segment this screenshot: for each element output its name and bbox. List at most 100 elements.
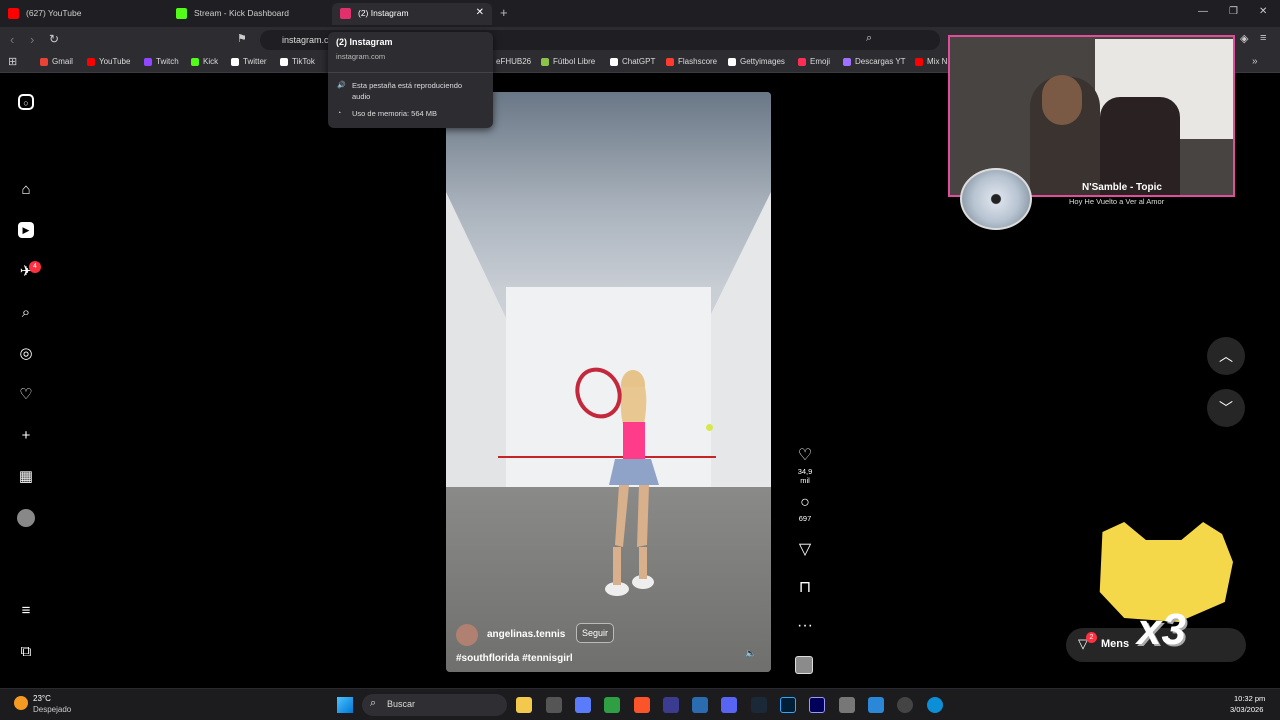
bookmark-label: TikTok [292,57,315,66]
file-explorer-icon[interactable] [516,697,532,713]
bookmark-descargas-yt[interactable]: Descargas YT [843,57,906,66]
bookmark-emoji[interactable]: Emoji [798,57,830,66]
tooltip-audio-status: Esta pestaña está reproduciendo audio [352,81,463,101]
search-placeholder: Buscar [387,699,416,709]
windows-start-icon[interactable] [337,697,353,713]
url-text: instagram.c [282,35,329,45]
reels-icon[interactable]: ▶ [18,222,34,238]
brave-browser-icon[interactable] [634,697,650,713]
back-icon[interactable]: ‹ [10,32,14,47]
insights-icon[interactable]: ▦ [17,468,35,486]
bookmark-twitch[interactable]: Twitch [144,57,179,66]
previous-reel-button[interactable]: ︿ [1207,337,1245,375]
steam-icon[interactable] [751,697,767,713]
album-disc-icon [960,168,1032,230]
notepad-icon[interactable] [868,697,884,713]
author-avatar[interactable] [456,624,478,646]
tab-label: Stream - Kick Dashboard [194,8,289,18]
tab-kick-dashboard[interactable]: Stream - Kick Dashboard [168,3,330,25]
tab-instagram[interactable]: (2) Instagram ✕ [332,3,492,25]
temperature: 23°C [33,694,51,703]
new-tab-button[interactable]: + [500,5,508,20]
like-action[interactable]: ♡ 34,9 mil [793,447,817,485]
bookmark-label: ChatGPT [622,57,656,66]
bookmark-kick[interactable]: Kick [191,57,218,66]
app-icon[interactable] [663,697,679,713]
weather-status: Despejado [33,705,72,714]
more-options-action[interactable]: ··· [793,617,817,635]
reel-caption[interactable]: #southflorida #tennisgirl [456,653,573,664]
bookmark-mix[interactable]: Mix N [915,57,947,66]
twitch-icon [144,58,152,66]
author-username[interactable]: angelinas.tennis [487,629,565,640]
follow-button[interactable]: Seguir [576,623,614,643]
bookmark-youtube[interactable]: YouTube [87,57,130,66]
zoom-icon[interactable]: ⌕ [866,32,872,45]
bookmark-label: Mix N [927,57,948,66]
minimize-icon[interactable]: — [1198,6,1208,17]
reel-video[interactable] [446,92,771,672]
shield-icon[interactable]: ◈ [1240,32,1248,45]
bookmark-chatgpt[interactable]: ChatGPT [610,57,655,66]
close-tab-icon[interactable]: ✕ [476,3,484,23]
heart-icon[interactable]: ♡ [17,386,35,404]
bookmark-tiktok[interactable]: TikTok [280,57,315,66]
edge-icon[interactable] [927,697,943,713]
search-icon[interactable]: ⌕ [17,304,35,322]
webcam-head [1042,75,1082,125]
reload-icon[interactable]: ↻ [49,32,59,46]
volume-icon[interactable]: 🔈 [745,648,757,660]
comment-icon: ○ [800,494,810,511]
premiere-icon[interactable] [809,697,825,713]
restore-icon[interactable]: ❐ [1229,6,1238,17]
more-icon: ··· [797,617,813,634]
bookmark-icon[interactable]: ⚑ [237,32,247,45]
next-reel-button[interactable]: ﹀ [1207,389,1245,427]
weather-icon[interactable] [14,696,28,710]
audio-thumbnail[interactable] [795,656,813,674]
gmail-icon [40,58,48,66]
bookmark-label: YouTube [99,57,131,66]
create-icon[interactable]: + [17,427,35,445]
instagram-logo-icon[interactable]: ○ [18,94,34,110]
app-icon[interactable] [604,697,620,713]
more-bookmarks-icon[interactable]: » [1252,56,1258,67]
gear-icon[interactable] [839,697,855,713]
bookmark-gmail[interactable]: Gmail [40,57,73,66]
apps-icon[interactable]: ⊞ [8,55,17,68]
share-action[interactable]: ▽ [793,541,817,559]
close-window-icon[interactable]: ✕ [1259,6,1267,17]
forward-icon[interactable]: › [30,32,34,47]
comment-count: 697 [798,514,812,523]
speaker-icon: 🔊 [337,82,346,89]
calculator-icon[interactable] [692,697,708,713]
bookmark-label: eFHUB26 [496,57,532,66]
like-count: 34,9 mil [797,467,813,485]
tab-youtube[interactable]: (627) YouTube [0,3,170,25]
explore-icon[interactable]: ◎ [17,345,35,363]
home-icon[interactable]: ⌂ [17,181,35,199]
media-player-icon[interactable] [897,697,913,713]
bookmark-gettyimages[interactable]: Gettyimages [728,57,785,66]
menu-icon[interactable]: ≡ [1260,32,1266,44]
app-icon[interactable] [575,697,591,713]
tab-hover-card: (2) Instagram instagram.com 🔊 Esta pesta… [328,32,493,128]
save-action[interactable]: ⊓ [793,579,817,597]
taskbar-search[interactable]: ⌕ Buscar [362,694,507,716]
music-title: N'Samble - Topic [1082,182,1162,193]
more-apps-icon[interactable]: ⧉ [17,643,35,661]
clock-date: 3/03/2026 [1230,705,1264,714]
bookmark-futbol-libre[interactable]: Fútbol Libre [541,57,595,66]
discord-icon[interactable] [721,697,737,713]
bookmark-twitter[interactable]: Twitter [231,57,267,66]
tab-bar: (627) YouTube Stream - Kick Dashboard (2… [0,0,1280,27]
settings-app-icon[interactable] [546,697,562,713]
tab-label: (627) YouTube [26,8,82,18]
comment-action[interactable]: ○ 697 [793,494,817,523]
youtube-icon [87,58,95,66]
bookmark-flashscore[interactable]: Flashscore [666,57,717,66]
memory-icon: ◔ [337,110,342,117]
hamburger-menu-icon[interactable]: ≡ [17,602,35,620]
photoshop-icon[interactable] [780,697,796,713]
profile-avatar[interactable] [17,509,35,527]
